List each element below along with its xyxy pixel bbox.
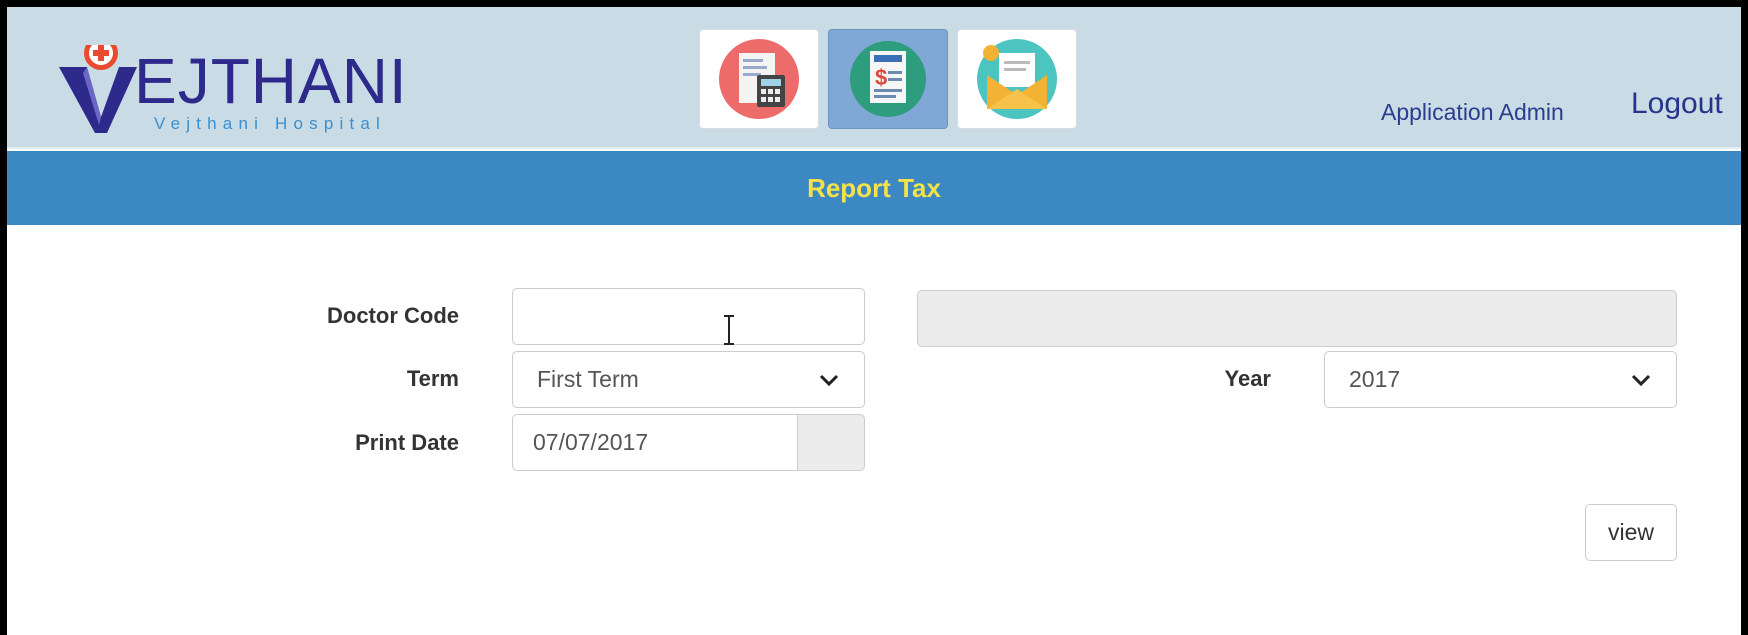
logo-wordmark: EJTHANI: [134, 45, 408, 117]
term-selected-value: First Term: [537, 366, 639, 392]
logout-link[interactable]: Logout: [1631, 87, 1723, 121]
email-envelope-icon: [977, 39, 1057, 119]
print-date-input[interactable]: 07/07/2017: [512, 414, 799, 471]
doctor-code-label: Doctor Code: [327, 303, 459, 328]
logo-v-cross-icon: [59, 45, 137, 133]
term-label: Term: [406, 366, 459, 391]
logo-subtitle: Vejthani Hospital: [154, 114, 387, 133]
term-select[interactable]: First Term: [512, 351, 865, 408]
page-title: Report Tax: [807, 172, 941, 203]
tax-calculator-icon: [719, 39, 799, 119]
view-button[interactable]: view: [1585, 504, 1677, 561]
year-label: Year: [1224, 366, 1272, 391]
year-select[interactable]: 2017: [1324, 351, 1677, 408]
print-date-label: Print Date: [355, 430, 459, 455]
nav-email[interactable]: [957, 29, 1077, 129]
vejthani-logo[interactable]: EJTHANI Vejthani Hospital: [59, 27, 459, 137]
doctor-name-display: [917, 290, 1677, 347]
svg-text:$: $: [875, 65, 887, 90]
text-cursor-icon: [724, 315, 734, 345]
user-name-link[interactable]: Application Admin: [1381, 99, 1564, 126]
tax-document-icon: $: [850, 41, 926, 117]
nav-tax-document[interactable]: $: [828, 29, 948, 129]
chevron-down-icon: [819, 374, 839, 387]
year-selected-value: 2017: [1349, 366, 1401, 392]
date-picker-button[interactable]: [797, 414, 865, 471]
header-bar: EJTHANI Vejthani Hospital $ Application …: [7, 7, 1741, 149]
nav-tax-calculator[interactable]: [699, 29, 819, 129]
page-title-bar: Report Tax: [7, 151, 1741, 225]
chevron-down-icon: [1631, 374, 1651, 387]
doctor-code-input[interactable]: [512, 288, 865, 345]
